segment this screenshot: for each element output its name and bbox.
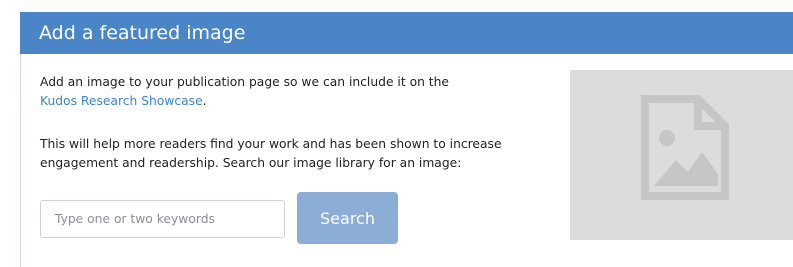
featured-image-panel: Add a featured image Add an image to you… (20, 12, 793, 267)
panel-title: Add a featured image (39, 22, 246, 44)
intro-text: Add an image to your publication page so… (40, 73, 540, 111)
image-placeholder-icon (641, 95, 729, 200)
keyword-search-input[interactable] (40, 200, 285, 238)
intro-text-suffix: . (202, 94, 207, 108)
search-button[interactable]: Search (297, 192, 398, 244)
featured-image-preview (570, 70, 793, 240)
intro-text-body: Add an image to your publication page so… (40, 75, 449, 89)
kudos-research-showcase-link[interactable]: Kudos Research Showcase (40, 94, 203, 108)
panel-header: Add a featured image (20, 12, 793, 54)
description-text: This will help more readers find your wo… (40, 137, 502, 170)
